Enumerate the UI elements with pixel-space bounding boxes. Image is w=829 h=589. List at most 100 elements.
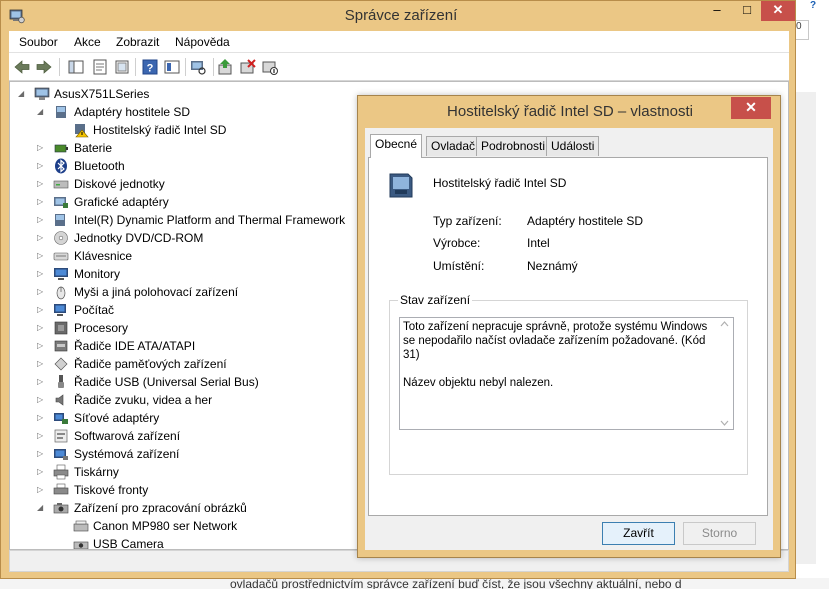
expand-arrow-icon[interactable]: ▷ [37, 427, 46, 445]
tree-item-label: Jednotky DVD/CD-ROM [74, 231, 204, 245]
expand-arrow-icon[interactable]: ▷ [37, 355, 46, 373]
details-icon[interactable] [113, 58, 131, 76]
minimize-button[interactable]: – [702, 1, 732, 21]
bluetooth-icon [55, 158, 67, 174]
action-view-icon[interactable] [163, 58, 181, 76]
help-icon[interactable]: ? [806, 0, 820, 12]
tree-item-label: Baterie [74, 141, 113, 155]
forward-icon[interactable] [35, 58, 53, 76]
tree-item-label: Systémová zařízení [74, 447, 180, 461]
disk-drive-icon [53, 180, 69, 189]
expand-arrow-icon[interactable]: ▷ [37, 175, 46, 193]
expand-arrow-icon[interactable]: ▷ [37, 463, 46, 481]
show-hide-tree-icon[interactable] [67, 58, 85, 76]
collapse-arrow-icon[interactable]: ◢ [37, 103, 46, 121]
sd-adapter-icon [56, 106, 66, 118]
svg-text:?: ? [147, 63, 154, 75]
properties-icon[interactable] [91, 58, 109, 76]
expand-arrow-icon[interactable]: ▷ [37, 445, 46, 463]
menu-akce[interactable]: Akce [74, 35, 101, 49]
uninstall-icon[interactable] [239, 58, 257, 76]
device-name: Hostitelský řadič Intel SD [433, 176, 567, 190]
manufacturer-label: Výrobce: [433, 236, 481, 250]
tab-details[interactable]: Podrobnosti [476, 136, 551, 156]
tree-item-label: Řadiče zvuku, videa a her [74, 393, 213, 407]
usb-icon [58, 375, 64, 388]
scan-hardware-icon[interactable] [189, 58, 207, 76]
collapse-arrow-icon[interactable]: ◢ [37, 499, 46, 517]
back-icon[interactable] [13, 58, 31, 76]
toolbar-separator [185, 58, 186, 76]
status-message: Toto zařízení nepracuje správně, protože… [403, 321, 708, 361]
expand-arrow-icon[interactable]: ▷ [37, 301, 46, 319]
expand-arrow-icon[interactable]: ▷ [37, 247, 46, 265]
device-manager-icon [9, 9, 25, 24]
expand-arrow-icon[interactable]: ▷ [37, 229, 46, 247]
device-type-label: Typ zařízení: [433, 214, 502, 228]
toolbar: ? [9, 53, 789, 81]
tab-general[interactable]: Obecné [370, 134, 423, 158]
collapse-arrow-icon[interactable]: ◢ [18, 85, 27, 103]
display-adapter-icon [54, 197, 68, 208]
textbox-scrollbar[interactable] [716, 318, 733, 429]
battery-icon [54, 144, 68, 153]
maximize-button[interactable]: □ [732, 1, 762, 21]
tree-item-label: Řadiče USB (Universal Serial Bus) [74, 375, 259, 389]
title-bar[interactable]: Správce zařízení – □ ✕ [1, 1, 795, 31]
tree-item-label: Řadiče IDE ATA/ATAPI [74, 339, 196, 353]
expand-arrow-icon[interactable]: ▷ [37, 337, 46, 355]
expand-arrow-icon[interactable]: ▷ [37, 211, 46, 229]
expand-arrow-icon[interactable]: ▷ [37, 481, 46, 499]
dialog-close-button[interactable]: ✕ [731, 97, 771, 119]
expand-arrow-icon[interactable]: ▷ [37, 283, 46, 301]
background-footer-text: ovladačů prostřednictvím správce zařízen… [230, 579, 682, 589]
manufacturer-value: Intel [527, 236, 550, 250]
tree-item-label: Diskové jednotky [74, 177, 165, 191]
computer-icon [54, 304, 66, 316]
expand-arrow-icon[interactable]: ▷ [37, 265, 46, 283]
menu-napoveda[interactable]: Nápověda [175, 35, 230, 49]
monitor-icon [54, 268, 68, 280]
expand-arrow-icon[interactable]: ▷ [37, 139, 46, 157]
expand-arrow-icon[interactable]: ▷ [37, 373, 46, 391]
cancel-button[interactable]: Storno [683, 522, 756, 545]
thermal-icon [55, 214, 65, 226]
expand-arrow-icon[interactable]: ▷ [37, 157, 46, 175]
imaging-icon [53, 503, 69, 514]
close-dialog-button[interactable]: Zavřít [602, 522, 675, 545]
update-driver-icon[interactable] [217, 58, 235, 76]
tab-panel-general: Hostitelský řadič Intel SD Typ zařízení:… [368, 157, 768, 516]
tree-item-label: Zařízení pro zpracování obrázků [74, 501, 247, 515]
device-status-textbox[interactable]: Toto zařízení nepracuje správně, protože… [399, 317, 734, 430]
menu-soubor[interactable]: Soubor [19, 35, 58, 49]
menu-zobrazit[interactable]: Zobrazit [116, 35, 159, 49]
ide-icon [54, 340, 68, 352]
expand-arrow-icon[interactable]: ▷ [37, 319, 46, 337]
software-device-icon [54, 429, 68, 443]
disable-icon[interactable] [261, 58, 279, 76]
expand-arrow-icon[interactable]: ▷ [37, 409, 46, 427]
tree-item-label: Intel(R) Dynamic Platform and Thermal Fr… [74, 213, 346, 227]
tree-item-label: Počítač [74, 303, 115, 317]
tree-item-label: USB Camera [93, 537, 164, 550]
expand-arrow-icon[interactable]: ▷ [37, 193, 46, 211]
tree-item-label: Myši a jiná polohovací zařízení [74, 285, 239, 299]
dialog-title[interactable]: Hostitelský řadič Intel SD – vlastnosti [358, 103, 782, 120]
close-button[interactable]: ✕ [761, 1, 795, 21]
expand-arrow-icon[interactable]: ▷ [37, 391, 46, 409]
properties-dialog: Hostitelský řadič Intel SD – vlastnosti … [357, 95, 781, 558]
camera-icon [73, 541, 89, 549]
print-queue-icon [53, 483, 69, 495]
mouse-icon [56, 286, 66, 300]
sd-adapter-icon [389, 173, 413, 198]
computer-icon [34, 87, 50, 100]
tree-item-label: Procesory [74, 321, 129, 335]
window-title: Správce zařízení [344, 7, 458, 24]
tab-driver[interactable]: Ovladač [426, 136, 481, 156]
dvd-icon [54, 231, 68, 245]
tab-events[interactable]: Události [546, 136, 600, 156]
tree-item-label: Síťové adaptéry [74, 411, 160, 425]
help-icon[interactable]: ? [141, 58, 159, 76]
background-panel [796, 92, 816, 564]
tree-item-label: Klávesnice [74, 249, 133, 263]
